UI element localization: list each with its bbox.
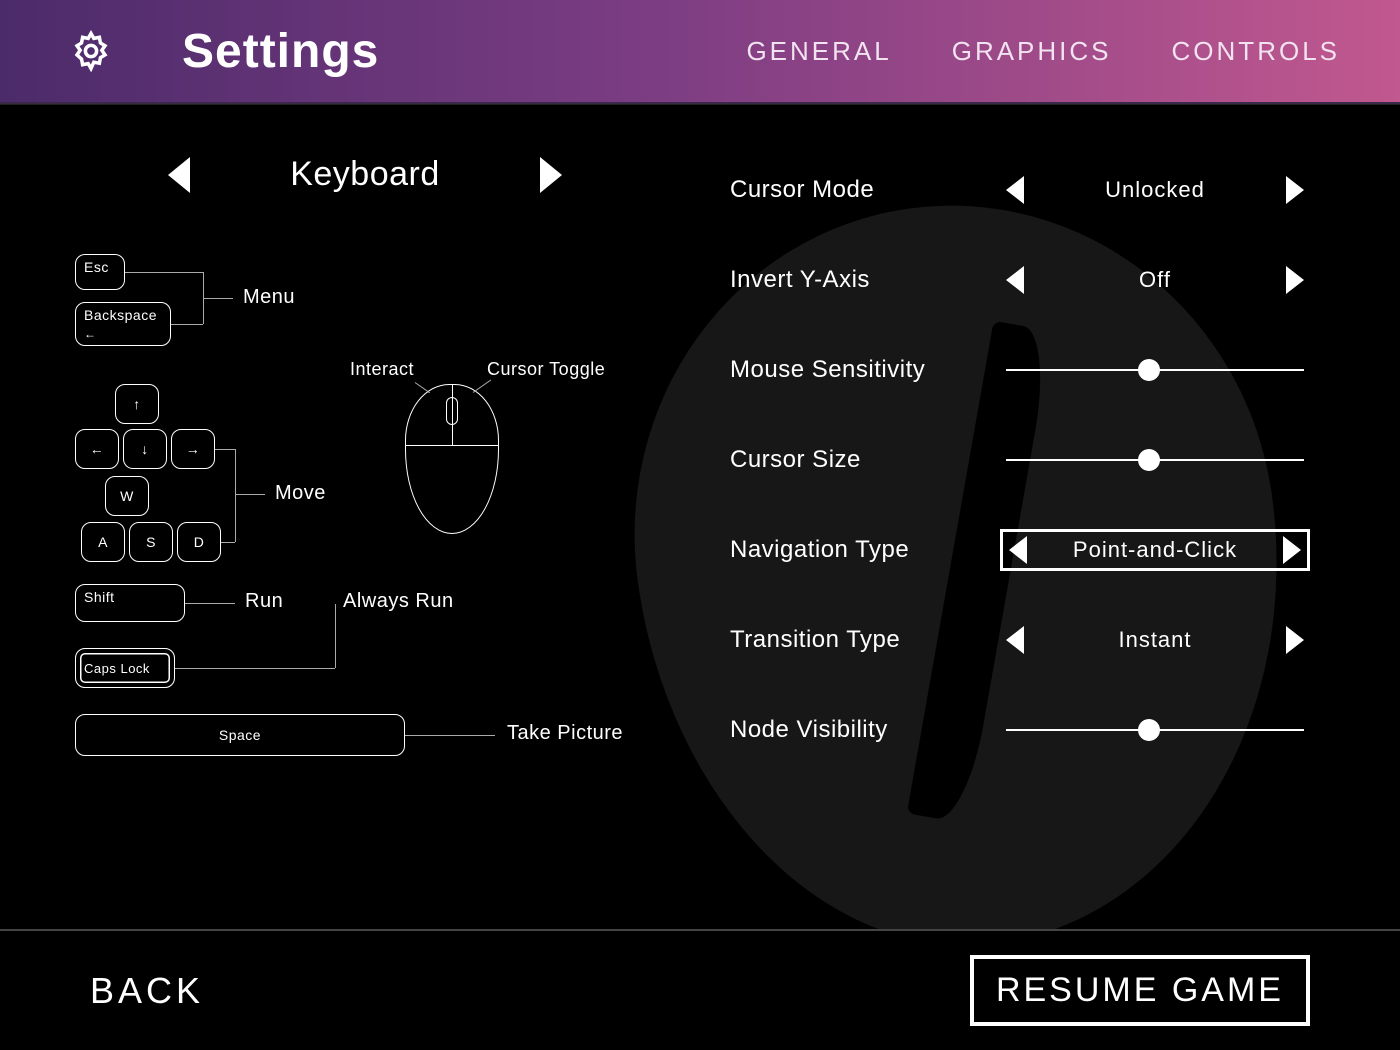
key-arrow-left bbox=[75, 429, 119, 469]
setting-control[interactable]: Unlocked bbox=[1000, 172, 1310, 208]
slider-control[interactable] bbox=[1000, 444, 1310, 476]
slider-knob[interactable] bbox=[1138, 719, 1160, 741]
label-move: Move bbox=[275, 482, 326, 505]
chevron-left-icon[interactable] bbox=[1006, 266, 1024, 294]
key-s: S bbox=[129, 522, 173, 562]
slider-control[interactable] bbox=[1000, 714, 1310, 746]
chevron-right-icon[interactable] bbox=[1286, 176, 1304, 204]
key-space: Space bbox=[75, 714, 405, 756]
setting-control[interactable]: Instant bbox=[1000, 622, 1310, 658]
setting-control[interactable]: Point-and-Click bbox=[1000, 529, 1310, 571]
slider[interactable] bbox=[1006, 718, 1304, 742]
label-run: Run bbox=[245, 590, 283, 613]
slider[interactable] bbox=[1006, 358, 1304, 382]
scheme-label: Keyboard bbox=[290, 155, 440, 194]
key-esc: Esc bbox=[75, 254, 125, 290]
setting-value: Unlocked bbox=[1024, 177, 1286, 203]
chevron-right-icon[interactable] bbox=[1283, 536, 1301, 564]
setting-label: Cursor Mode bbox=[730, 176, 1000, 204]
setting-transition-type: Transition Type Instant bbox=[730, 615, 1310, 665]
back-button[interactable]: BACK bbox=[90, 970, 204, 1012]
key-d: D bbox=[177, 522, 221, 562]
tab-general[interactable]: GENERAL bbox=[746, 36, 891, 67]
setting-label: Cursor Size bbox=[730, 446, 1000, 474]
setting-label: Navigation Type bbox=[730, 536, 1000, 564]
scheme-prev-button[interactable] bbox=[168, 157, 190, 193]
mouse-icon bbox=[405, 384, 499, 534]
footer-bar: BACK RESUME GAME bbox=[0, 930, 1400, 1050]
setting-label: Invert Y-Axis bbox=[730, 266, 1000, 294]
page-title: Settings bbox=[182, 24, 379, 79]
key-arrow-up bbox=[115, 384, 159, 424]
setting-label: Node Visibility bbox=[730, 716, 1000, 744]
label-menu: Menu bbox=[243, 286, 295, 309]
setting-control[interactable]: Off bbox=[1000, 262, 1310, 298]
resume-game-button[interactable]: RESUME GAME bbox=[970, 955, 1310, 1026]
key-backspace: Backspace bbox=[75, 302, 171, 346]
setting-cursor-size: Cursor Size bbox=[730, 435, 1310, 485]
key-shift: Shift bbox=[75, 584, 185, 622]
tab-graphics[interactable]: GRAPHICS bbox=[952, 36, 1112, 67]
setting-mouse-sensitivity: Mouse Sensitivity bbox=[730, 345, 1310, 395]
keymap-diagram: Esc Backspace Menu W A S D bbox=[75, 254, 655, 834]
control-scheme-panel: Keyboard Esc Backspace Menu bbox=[75, 155, 655, 834]
setting-label: Transition Type bbox=[730, 626, 1000, 654]
label-take-picture: Take Picture bbox=[507, 722, 623, 745]
key-arrow-right bbox=[171, 429, 215, 469]
setting-navigation-type: Navigation Type Point-and-Click bbox=[730, 525, 1310, 575]
chevron-right-icon[interactable] bbox=[1286, 266, 1304, 294]
key-a: A bbox=[81, 522, 125, 562]
setting-value: Point-and-Click bbox=[1027, 537, 1283, 563]
setting-node-visibility: Node Visibility bbox=[730, 705, 1310, 755]
label-interact: Interact bbox=[350, 359, 414, 380]
setting-cursor-mode: Cursor Mode Unlocked bbox=[730, 165, 1310, 215]
header-bar: Settings GENERAL GRAPHICS CONTROLS bbox=[0, 0, 1400, 104]
key-arrow-down bbox=[123, 429, 167, 469]
settings-list: Cursor Mode Unlocked Invert Y-Axis Off M… bbox=[730, 165, 1310, 755]
scheme-next-button[interactable] bbox=[540, 157, 562, 193]
slider[interactable] bbox=[1006, 448, 1304, 472]
chevron-left-icon[interactable] bbox=[1006, 176, 1024, 204]
key-w: W bbox=[105, 476, 149, 516]
label-always-run: Always Run bbox=[343, 590, 454, 613]
chevron-left-icon[interactable] bbox=[1006, 626, 1024, 654]
setting-invert-y: Invert Y-Axis Off bbox=[730, 255, 1310, 305]
slider-knob[interactable] bbox=[1138, 359, 1160, 381]
main-area: Keyboard Esc Backspace Menu bbox=[0, 104, 1400, 930]
chevron-left-icon[interactable] bbox=[1009, 536, 1027, 564]
slider-knob[interactable] bbox=[1138, 449, 1160, 471]
tab-controls[interactable]: CONTROLS bbox=[1172, 36, 1340, 67]
setting-value: Instant bbox=[1024, 627, 1286, 653]
gear-icon bbox=[70, 30, 112, 72]
setting-value: Off bbox=[1024, 267, 1286, 293]
chevron-right-icon[interactable] bbox=[1286, 626, 1304, 654]
key-capslock: Caps Lock bbox=[75, 648, 175, 688]
label-cursor-toggle: Cursor Toggle bbox=[487, 359, 605, 380]
setting-label: Mouse Sensitivity bbox=[730, 356, 1000, 384]
slider-control[interactable] bbox=[1000, 354, 1310, 386]
